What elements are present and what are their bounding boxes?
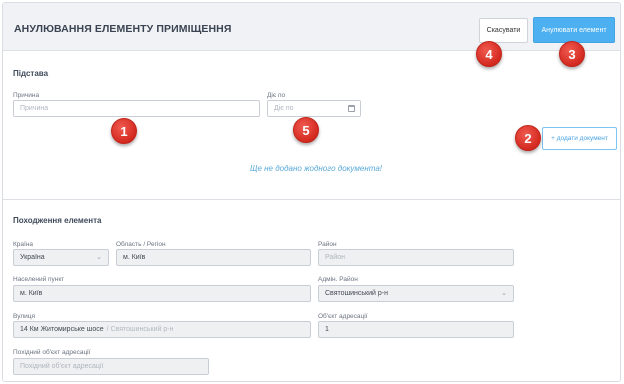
district-label: Район <box>318 241 337 248</box>
cancel-element-dialog: АНУЛЮВАННЯ ЕЛЕМЕНТУ ПРИМІЩЕННЯ Скасувати… <box>2 2 621 382</box>
dialog-header: АНУЛЮВАННЯ ЕЛЕМЕНТУ ПРИМІЩЕННЯ Скасувати… <box>3 3 620 51</box>
chevron-down-icon: ⌄ <box>96 254 102 261</box>
valid-until-date-input[interactable]: Діє по <box>267 100 361 117</box>
annotation-marker-3: 3 <box>559 41 585 67</box>
settlement-label: Населений пункт <box>13 276 65 283</box>
section-divider <box>3 199 620 200</box>
admin-district-label: Адмін. Район <box>318 276 358 283</box>
annotation-marker-2: 2 <box>515 125 541 151</box>
address-object-field[interactable]: 1 <box>318 321 514 338</box>
valid-until-placeholder: Діє по <box>274 105 294 112</box>
street-field[interactable]: 14 Км Житомирське шосе / Святошинський р… <box>13 321 311 338</box>
origin-section-title: Походження елемента <box>13 216 102 225</box>
cancel-button[interactable]: Скасувати <box>479 18 528 43</box>
settlement-field[interactable]: м. Київ <box>13 285 311 302</box>
derived-address-object-label: Похідний об'єкт адресації <box>13 349 91 356</box>
derived-address-object-field[interactable]: Похідний об'єкт адресації <box>13 358 209 375</box>
address-object-label: Об'єкт адресації <box>318 313 368 320</box>
country-value: Україна <box>20 254 45 261</box>
street-label: Вулиця <box>13 313 36 320</box>
no-documents-message: Ще не додано жодного документа! <box>249 164 383 173</box>
annotation-marker-5: 5 <box>293 117 319 143</box>
admin-district-select[interactable]: Святошинський р-н ⌄ <box>318 285 514 302</box>
region-label: Область / Регіон <box>116 241 166 248</box>
reason-input[interactable]: Причина <box>13 100 260 117</box>
street-value: 14 Км Житомирське шосе <box>20 326 104 333</box>
district-field[interactable]: Район <box>318 249 514 266</box>
annotation-marker-1: 1 <box>111 118 137 144</box>
country-label: Країна <box>13 241 34 248</box>
region-field[interactable]: м. Київ <box>116 249 311 266</box>
add-document-button[interactable]: + додати документ <box>542 127 617 150</box>
page-title: АНУЛЮВАННЯ ЕЛЕМЕНТУ ПРИМІЩЕННЯ <box>14 23 232 35</box>
street-district-suffix: / Святошинський р-н <box>106 326 174 333</box>
chevron-down-icon: ⌄ <box>501 290 507 297</box>
basis-section-title: Підстава <box>13 69 49 78</box>
annul-element-button[interactable]: Анулювати елемент <box>533 17 615 43</box>
country-select[interactable]: Україна ⌄ <box>13 249 109 266</box>
reason-label: Причина <box>13 92 40 99</box>
admin-district-value: Святошинський р-н <box>325 290 388 297</box>
calendar-icon[interactable] <box>348 105 355 112</box>
valid-until-label: Діє по <box>267 92 286 99</box>
annotation-marker-4: 4 <box>476 41 502 67</box>
